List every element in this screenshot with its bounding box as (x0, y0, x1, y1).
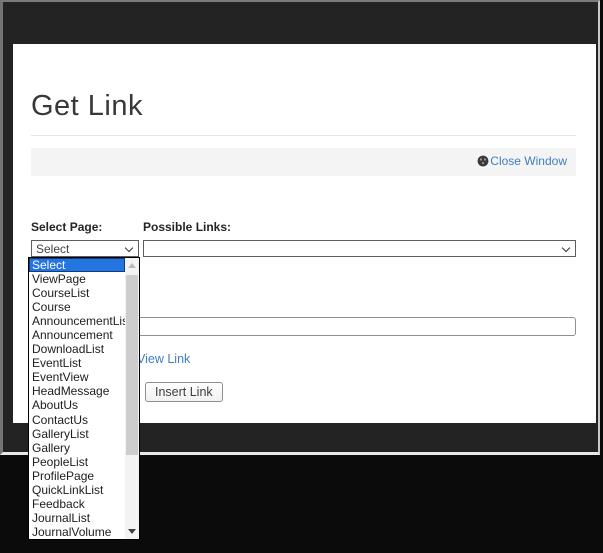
select-page-label: Select Page: (31, 220, 102, 234)
dropdown-option[interactable]: HeadMessage (29, 384, 125, 398)
select-page-open-list: SelectViewPageCourseListCourseAnnounceme… (28, 257, 140, 540)
dropdown-option[interactable]: Feedback (29, 497, 125, 511)
dropdown-option[interactable]: Announcement (29, 328, 125, 342)
select-page-value: Select (36, 242, 69, 256)
dropdown-option[interactable]: EventView (29, 370, 125, 384)
possible-links-dropdown[interactable] (143, 240, 576, 257)
dropdown-option[interactable]: Gallery (29, 441, 125, 455)
dropdown-option[interactable]: EventList (29, 356, 125, 370)
dropdown-option[interactable]: JournalList (29, 511, 125, 525)
close-window-label: Close Window (490, 154, 567, 168)
dropdown-option[interactable]: ProfilePage (29, 469, 125, 483)
dropdown-option[interactable]: ViewPage (29, 272, 125, 286)
scroll-down-icon[interactable] (125, 524, 139, 539)
scrollbar-thumb[interactable] (126, 275, 138, 455)
dropdown-option[interactable]: CourseList (29, 286, 125, 300)
title-divider (31, 135, 576, 136)
dropdown-option[interactable]: PeopleList (29, 455, 125, 469)
toolbar: Close Window (31, 148, 576, 176)
select-page-dropdown[interactable]: Select (31, 240, 139, 257)
dropdown-option[interactable]: DownloadList (29, 342, 125, 356)
chevron-down-icon (125, 244, 133, 252)
page-background: Get Link Close Window Select Page: Possi… (0, 0, 603, 553)
dropdown-option[interactable]: QuickLinkList (29, 483, 125, 497)
view-link[interactable]: View Link (137, 352, 190, 366)
page-title: Get Link (31, 90, 143, 123)
insert-link-button[interactable]: Insert Link (145, 382, 223, 402)
dropdown-option[interactable]: AnnouncementList (29, 314, 125, 328)
dropdown-option[interactable]: GalleryList (29, 427, 125, 441)
dropdown-option[interactable]: JournalVolume (29, 525, 125, 539)
close-window-link[interactable]: Close Window (477, 154, 567, 168)
dropdown-option[interactable]: Course (29, 300, 125, 314)
possible-links-label: Possible Links: (143, 220, 231, 234)
dropdown-option[interactable]: ContactUs (29, 413, 125, 427)
option-list: SelectViewPageCourseListCourseAnnounceme… (29, 258, 125, 539)
close-window-icon (477, 155, 489, 167)
dropdown-option[interactable]: Select (29, 258, 125, 272)
listbox-scrollbar[interactable] (125, 258, 139, 539)
dropdown-option[interactable]: AboutUs (29, 398, 125, 412)
scroll-up-icon[interactable] (125, 258, 139, 273)
chevron-down-icon (562, 244, 570, 252)
